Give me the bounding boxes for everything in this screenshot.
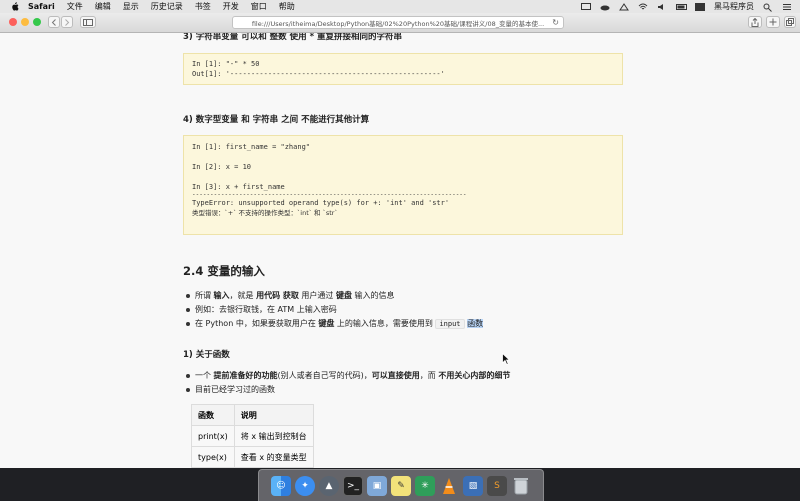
code-line: In [1]: first_name = "zhang"	[192, 143, 311, 151]
menu-view[interactable]: 显示	[123, 1, 139, 12]
code-line: In [1]: "-" * 50	[192, 60, 260, 68]
close-window-button[interactable]	[9, 18, 17, 26]
list-item: 在 Python 中，如果要获取用户在 键盘 上的输入信息，需要使用到 inpu…	[183, 317, 623, 331]
list-item: 所谓 输入，就是 用代码 获取 用户通过 键盘 输入的信息	[183, 289, 623, 303]
menu-edit[interactable]: 编辑	[95, 1, 111, 12]
table-row: type(x) 查看 x 的变量类型	[191, 446, 314, 468]
browser-toolbar: file:///Users/itheima/Desktop/Python基础/0…	[0, 13, 800, 33]
rocket-icon[interactable]: ▲	[319, 475, 339, 496]
address-bar[interactable]: file:///Users/itheima/Desktop/Python基础/0…	[232, 16, 564, 29]
table-header-row: 函数 说明	[191, 404, 314, 426]
menu-window[interactable]: 窗口	[251, 1, 267, 12]
code-line: In [2]: x = 10	[192, 163, 252, 171]
tab-overview-button[interactable]	[784, 16, 796, 28]
input-source-icon[interactable]	[695, 2, 705, 11]
volume-icon[interactable]	[657, 3, 667, 11]
menu-bookmarks[interactable]: 书签	[195, 1, 211, 12]
table-cell: type(x)	[191, 446, 235, 468]
screen-mirror-icon[interactable]	[581, 2, 591, 11]
network-icon[interactable]	[619, 2, 629, 11]
section-title: 2.4 变量的输入	[183, 264, 265, 278]
code-block-repeat: In [1]: "-" * 50 Out[1]: '--------------…	[183, 53, 623, 85]
code-block-type-error: In [1]: first_name = "zhang" In [2]: x =…	[183, 135, 623, 235]
forward-button[interactable]	[61, 16, 73, 28]
chevron-right-icon	[65, 18, 70, 26]
code-error-cn: 类型错误：`+` 不支持的操作类型：`int` 和 `str`	[192, 209, 338, 217]
tabs-icon	[786, 18, 794, 26]
inline-code-input: input	[435, 319, 465, 329]
back-button[interactable]	[48, 16, 60, 28]
cloud-icon[interactable]	[600, 3, 610, 11]
sidebar-icon	[83, 18, 93, 26]
menu-bar: Safari 文件 编辑 显示 历史记录 书签 开发 窗口 帮助 黑马程序员	[0, 0, 800, 14]
table-row: print(x) 将 x 输出到控制台	[191, 425, 314, 447]
table-header: 说明	[233, 404, 314, 426]
battery-icon[interactable]	[676, 3, 687, 11]
new-tab-button[interactable]	[766, 16, 780, 28]
apple-menu-icon[interactable]	[10, 2, 20, 12]
spotlight-icon[interactable]	[763, 3, 773, 12]
table-cell: 将 x 输出到控制台	[233, 425, 314, 447]
input-bullets: 所谓 输入，就是 用代码 获取 用户通过 键盘 输入的信息 例如：去银行取钱，在…	[183, 289, 623, 331]
safari-icon[interactable]: ✦	[295, 475, 315, 496]
function-bullets: 一个 提前准备好的功能(别人或者自己写的代码)，可以直接使用，而 不用关心内部的…	[183, 369, 623, 397]
list-item: 目前已经学习过的函数	[183, 383, 623, 397]
table-cell: print(x)	[191, 425, 235, 447]
heading-repeat-string: 3) 字符串变量 可以和 整数 使用 * 重复拼接相同的字符串	[183, 33, 403, 42]
code-line: In [3]: x + first_name	[192, 183, 285, 191]
wifi-icon[interactable]	[638, 3, 648, 11]
xmind-icon[interactable]: ✳	[415, 475, 435, 496]
heading-about-functions: 1) 关于函数	[183, 350, 230, 360]
mouse-cursor-icon	[502, 350, 511, 366]
notification-center-icon[interactable]	[782, 3, 792, 11]
safari-window: file:///Users/itheima/Desktop/Python基础/0…	[0, 13, 800, 468]
vlc-icon[interactable]	[439, 476, 459, 496]
menu-file[interactable]: 文件	[67, 1, 83, 12]
reload-icon[interactable]: ↻	[552, 18, 559, 27]
share-icon	[751, 17, 759, 27]
zoom-window-button[interactable]	[33, 18, 41, 26]
finder-icon[interactable]: ☺	[271, 475, 291, 496]
menu-history[interactable]: 历史记录	[151, 1, 183, 12]
trash-icon[interactable]	[511, 476, 531, 496]
user-name[interactable]: 黑马程序员	[714, 1, 754, 12]
functions-table: 函数 说明 print(x) 将 x 输出到控制台 type(x) 查看 x 的…	[191, 404, 314, 468]
menubar-status-area: 黑马程序员	[581, 1, 792, 12]
table-cell: 查看 x 的变量类型	[233, 446, 314, 468]
menu-help[interactable]: 帮助	[279, 1, 295, 12]
selected-text: 函数	[467, 319, 484, 328]
code-line: Out[1]: '-------------------------------…	[192, 70, 445, 78]
menu-app-safari[interactable]: Safari	[28, 2, 55, 11]
share-button[interactable]	[748, 16, 762, 28]
address-url: file:///Users/itheima/Desktop/Python基础/0…	[251, 19, 545, 28]
sidebar-toggle-button[interactable]	[80, 16, 96, 28]
preview-icon[interactable]: ▣	[367, 475, 387, 496]
minimize-window-button[interactable]	[21, 18, 29, 26]
chevron-left-icon	[51, 18, 56, 26]
dock: ☺ ✦ ▲ >_ ▣ ✎ ✳ ▧ S	[258, 469, 544, 501]
notes-icon[interactable]: ✎	[391, 475, 411, 496]
page-content: 3) 字符串变量 可以和 整数 使用 * 重复拼接相同的字符串 In [1]: …	[0, 33, 800, 468]
sublime-icon[interactable]: S	[487, 475, 507, 496]
terminal-icon[interactable]: >_	[343, 475, 363, 496]
table-header: 函数	[191, 404, 235, 426]
menu-develop[interactable]: 开发	[223, 1, 239, 12]
list-item: 例如：去银行取钱，在 ATM 上输入密码	[183, 303, 623, 317]
code-error-en: TypeError: unsupported operand type(s) f…	[192, 199, 450, 207]
plus-icon	[769, 18, 777, 26]
list-item: 一个 提前准备好的功能(别人或者自己写的代码)，可以直接使用，而 不用关心内部的…	[183, 369, 623, 383]
photo-icon[interactable]: ▧	[463, 475, 483, 496]
heading-no-calc: 4) 数字型变量 和 字符串 之间 不能进行其他计算	[183, 115, 370, 125]
